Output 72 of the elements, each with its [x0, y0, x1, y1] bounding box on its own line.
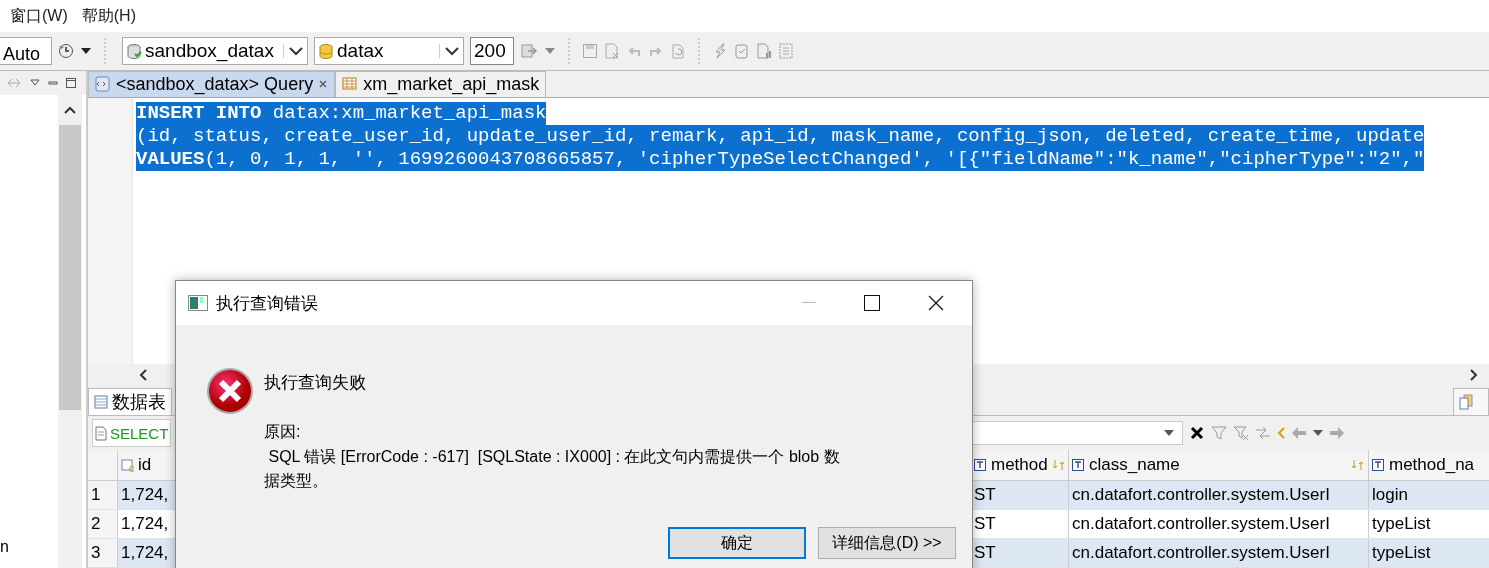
- menu-item[interactable]: 窗口(W): [10, 5, 68, 27]
- chevron-icon: [439, 44, 460, 58]
- dialog-title: 执行查询错误: [216, 292, 318, 315]
- table-cell: cn.datafort.controller.system.UserI: [1069, 539, 1369, 567]
- filter-clear-icon[interactable]: [1233, 425, 1250, 442]
- table-icon: [94, 395, 108, 410]
- table-cell-text: login: [1371, 484, 1409, 506]
- auto-combo[interactable]: Auto: [0, 37, 52, 65]
- sql-filter-label[interactable]: SELECT: [92, 419, 172, 448]
- sort-icon[interactable]: [1051, 459, 1066, 471]
- database-combo[interactable]: datax: [314, 37, 464, 65]
- chevron-right-icon[interactable]: [1469, 367, 1479, 382]
- row-number: 1: [88, 481, 118, 509]
- column-header[interactable]: method_na: [1369, 450, 1489, 480]
- refresh-icon[interactable]: [670, 43, 686, 59]
- sort-icon[interactable]: [1255, 425, 1272, 442]
- lightning-icon[interactable]: [712, 43, 728, 59]
- editor-tab[interactable]: xm_market_api_mask: [335, 71, 547, 97]
- minimize-icon[interactable]: [802, 302, 816, 304]
- export-icon[interactable]: [520, 42, 538, 60]
- tree-item[interactable]: n: [0, 538, 9, 556]
- query-icon: [95, 76, 111, 93]
- database-icon: [126, 42, 142, 60]
- reason-label: 原因:: [264, 422, 302, 442]
- table-cell: cn.datafort.controller.system.UserI: [1069, 510, 1369, 538]
- history-icon[interactable]: [58, 43, 74, 59]
- row-number: 3: [88, 539, 118, 567]
- documents-icon: [1459, 394, 1473, 411]
- column-header[interactable]: class_name: [1069, 450, 1369, 480]
- table-cell-text: typeList: [1371, 542, 1432, 564]
- filter-icon[interactable]: [1211, 425, 1228, 442]
- menu-item[interactable]: 帮助(H): [81, 5, 136, 27]
- text-column-icon: [974, 458, 987, 472]
- minimize-icon[interactable]: [48, 79, 58, 87]
- chevron-up-icon[interactable]: [63, 105, 77, 115]
- table-cell: cn.datafort.controller.system.UserI: [1069, 481, 1369, 509]
- document-icon: [95, 425, 107, 441]
- error-heading: 执行查询失败: [264, 372, 367, 394]
- document-delete-icon[interactable]: [604, 43, 620, 59]
- text-column-icon: [1372, 458, 1385, 472]
- chevron-left-icon[interactable]: [138, 367, 148, 382]
- limit-field[interactable]: 200: [470, 37, 514, 65]
- row-number: 2: [88, 510, 118, 538]
- arrow-left-icon[interactable]: [1291, 426, 1308, 441]
- dialog-button[interactable]: 确定: [668, 527, 806, 559]
- error-icon: [206, 367, 254, 415]
- table-cell-text: typeList: [1371, 513, 1432, 535]
- scrollbar-thumb[interactable]: [59, 125, 81, 410]
- text-column-icon: [1072, 458, 1085, 472]
- maximize-icon[interactable]: [66, 78, 76, 88]
- document-grid-icon[interactable]: [778, 43, 794, 59]
- document-chart-icon[interactable]: [756, 43, 772, 59]
- caret-icon[interactable]: [1164, 430, 1175, 437]
- close-icon[interactable]: [928, 295, 944, 311]
- dialog-button[interactable]: 详细信息(D) >>: [818, 527, 956, 559]
- arrow-right-icon[interactable]: [1329, 426, 1346, 441]
- result-tab[interactable]: [1453, 388, 1489, 416]
- caret-icon[interactable]: [80, 46, 92, 56]
- sort-icon[interactable]: [1351, 459, 1365, 471]
- database-icon: [318, 42, 334, 60]
- window-icon: [188, 295, 208, 311]
- error-message: SQL 错误 [ErrorCode : -617] [SQLState : IX000] : 在此文句内需提供一个 blob 数据类型。: [264, 447, 841, 491]
- maximize-icon[interactable]: [864, 295, 880, 311]
- script-icon[interactable]: [734, 43, 750, 59]
- connection-combo[interactable]: sandbox_datax: [122, 37, 308, 65]
- result-tab[interactable]: 数据表: [88, 388, 172, 416]
- close-icon[interactable]: [1189, 425, 1206, 442]
- editor-tab[interactable]: <sandbox_datax> Query: [88, 71, 336, 97]
- caret-icon[interactable]: [1313, 429, 1324, 438]
- chevron-icon: [283, 44, 304, 58]
- save-icon[interactable]: [582, 43, 598, 59]
- table-icon: [342, 76, 359, 93]
